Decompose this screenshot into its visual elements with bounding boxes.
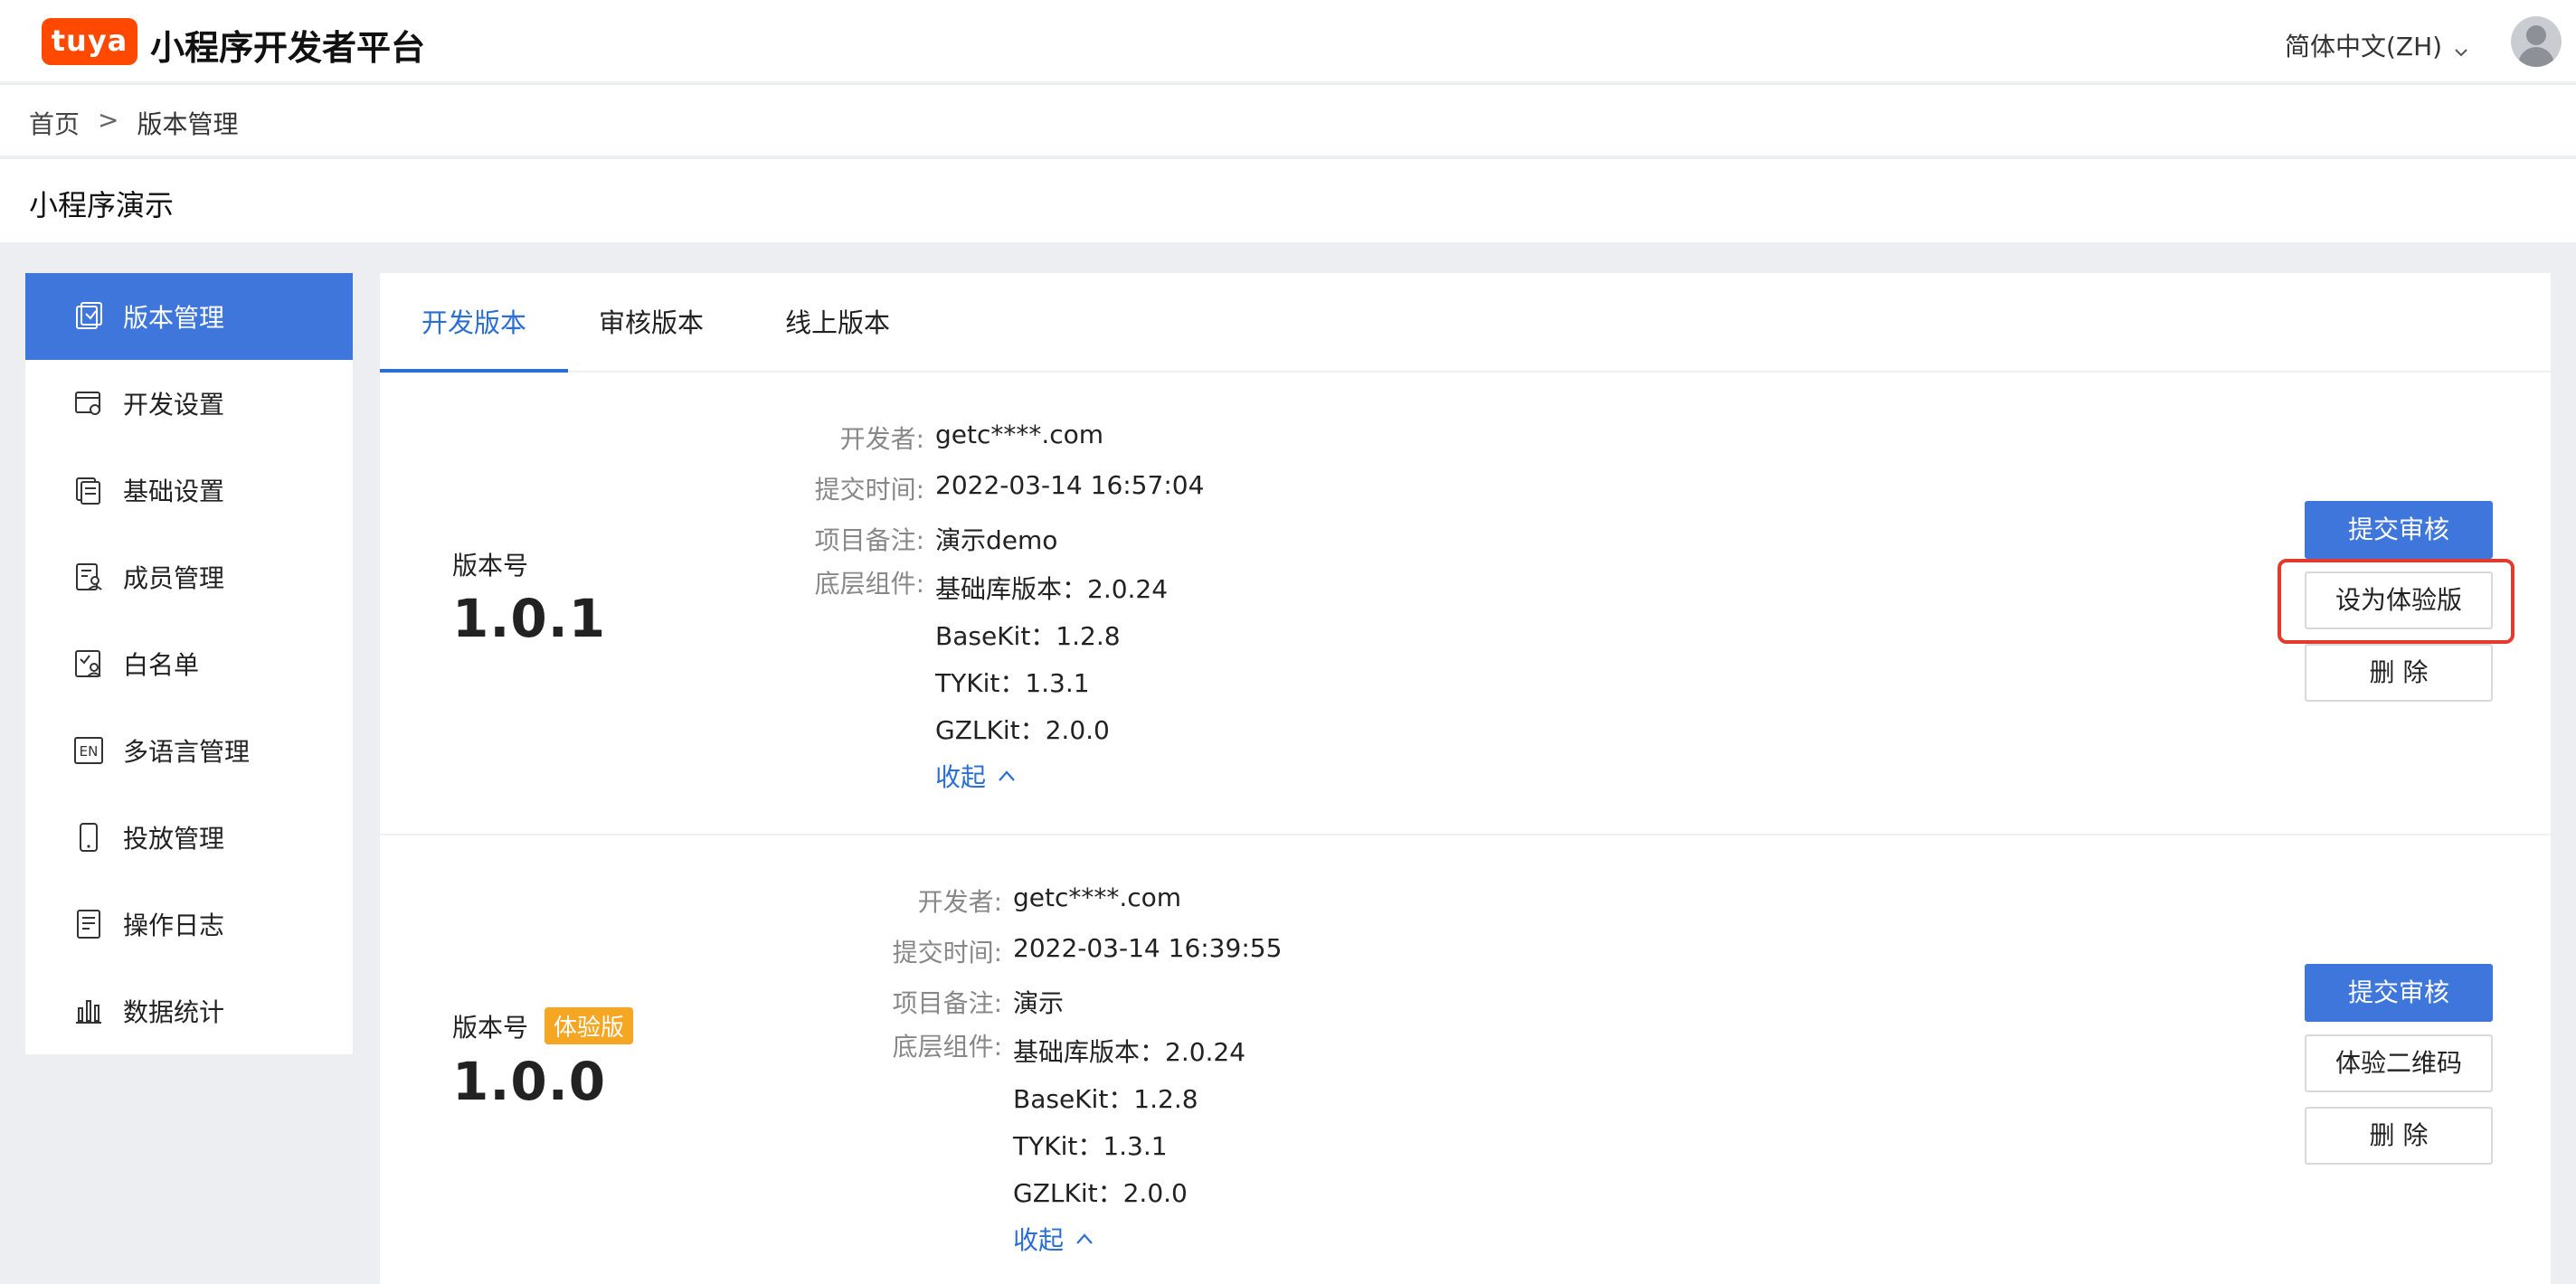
app-title: 小程序开发者平台	[150, 28, 426, 68]
collapse-link[interactable]: 收起	[1013, 1221, 1094, 1257]
version-label-text: 版本号	[452, 551, 529, 581]
version-label: 版本号	[452, 546, 528, 582]
component-item: TYKit：1.3.1	[935, 668, 1090, 698]
breadcrumb-home[interactable]: 首页	[29, 105, 80, 141]
sidebar-item-label: 白名单	[123, 650, 200, 680]
member-icon	[72, 561, 105, 593]
sidebar-item-label: 版本管理	[123, 303, 225, 333]
version-number: 1.0.0	[452, 1051, 607, 1112]
collapse-label: 收起	[1013, 1225, 1065, 1255]
components-key: 底层组件:	[892, 1032, 1002, 1062]
components-key: 底层组件:	[814, 569, 924, 599]
dev-settings-icon	[72, 387, 105, 420]
chevron-up-icon	[999, 770, 1015, 781]
component-item: 基础库版本：2.0.24	[935, 574, 1169, 604]
language-selector[interactable]: 简体中文(ZH)	[2285, 27, 2469, 63]
version-label-text: 版本号	[452, 1012, 529, 1043]
delete-button[interactable]: 删 除	[2305, 644, 2493, 702]
experience-badge: 体验版	[545, 1007, 634, 1044]
sidebar-item-whitelist[interactable]: 白名单	[25, 620, 353, 707]
submit-time-value: 2022-03-14 16:39:55	[1013, 933, 1283, 963]
submit-review-button[interactable]: 提交审核	[2305, 501, 2493, 559]
sidebar-item-label: 投放管理	[123, 824, 225, 854]
sidebar-item-members[interactable]: 成员管理	[25, 533, 353, 620]
version-icon	[72, 300, 105, 333]
sidebar-item-label: 数据统计	[123, 997, 225, 1027]
sidebar: 版本管理 开发设置 基础设置 成员管理 白名单 EN 多语言管理 投放管理 操作…	[25, 273, 353, 1054]
set-experience-button[interactable]: 设为体验版	[2305, 571, 2493, 629]
svg-text:EN: EN	[80, 743, 99, 760]
sidebar-item-label: 成员管理	[123, 563, 225, 593]
version-number: 1.0.1	[452, 588, 607, 649]
developer-value: getc****.com	[1013, 883, 1182, 912]
remark-key: 项目备注:	[892, 988, 1002, 1018]
tab-dev-version[interactable]: 开发版本	[380, 273, 568, 373]
component-item: BaseKit：1.2.8	[1013, 1084, 1198, 1114]
component-item: TYKit：1.3.1	[1013, 1131, 1168, 1161]
developer-key: 开发者:	[839, 424, 924, 454]
version-tabs: 开发版本 审核版本 线上版本	[380, 273, 2551, 373]
avatar-head	[2526, 25, 2546, 45]
sidebar-item-basic-settings[interactable]: 基础设置	[25, 447, 353, 533]
breadcrumb-current: 版本管理	[137, 109, 239, 139]
version-card: 版本号 体验版 1.0.0 开发者: getc****.com 提交时间: 20…	[380, 837, 2551, 1284]
project-title: 小程序演示	[29, 188, 175, 222]
sidebar-item-version[interactable]: 版本管理	[25, 273, 353, 360]
delete-button[interactable]: 删 除	[2305, 1107, 2493, 1165]
project-title-bar: 小程序演示	[0, 159, 2576, 242]
chevron-down-icon	[2453, 37, 2469, 57]
main-content: 开发版本 审核版本 线上版本 版本号 1.0.1 开发者: getc****.c…	[380, 273, 2551, 1284]
collapse-link[interactable]: 收起	[935, 758, 1017, 794]
component-item: GZLKit：2.0.0	[1013, 1178, 1188, 1208]
version-card: 版本号 1.0.1 开发者: getc****.com 提交时间: 2022-0…	[380, 374, 2551, 836]
sidebar-item-logs[interactable]: 操作日志	[25, 881, 353, 968]
submit-time-value: 2022-03-14 16:57:04	[935, 470, 1205, 500]
language-icon: EN	[72, 734, 105, 767]
sidebar-item-label: 开发设置	[123, 390, 225, 420]
breadcrumb-separator: >	[98, 105, 119, 135]
developer-key: 开发者:	[917, 887, 1002, 917]
tuya-logo[interactable]: tuya	[42, 18, 137, 65]
user-avatar[interactable]	[2511, 16, 2562, 67]
component-item: GZLKit：2.0.0	[935, 715, 1110, 745]
log-icon	[72, 908, 105, 940]
remark-key: 项目备注:	[814, 525, 924, 555]
breadcrumb-bar: 首页 > 版本管理	[0, 85, 2576, 157]
sidebar-item-label: 基础设置	[123, 477, 225, 506]
collapse-label: 收起	[935, 762, 987, 792]
avatar-body	[2518, 47, 2554, 67]
basic-settings-icon	[72, 474, 105, 506]
component-item: BaseKit：1.2.8	[935, 621, 1121, 651]
submit-time-key: 提交时间:	[814, 475, 924, 505]
breadcrumb: 首页 > 版本管理	[29, 105, 239, 141]
remark-value: 演示demo	[935, 525, 1058, 555]
sidebar-item-delivery[interactable]: 投放管理	[25, 794, 353, 881]
developer-value: getc****.com	[935, 420, 1104, 449]
version-label: 版本号 体验版	[452, 1007, 634, 1044]
sidebar-item-language[interactable]: EN 多语言管理	[25, 707, 353, 794]
sidebar-item-label: 多语言管理	[123, 737, 251, 767]
language-label: 简体中文(ZH)	[2285, 32, 2443, 61]
sidebar-item-label: 操作日志	[123, 911, 225, 940]
chevron-up-icon	[1076, 1233, 1093, 1244]
top-bar: tuya 小程序开发者平台 简体中文(ZH)	[0, 0, 2576, 83]
tab-online-version[interactable]: 线上版本	[765, 273, 910, 373]
submit-review-button[interactable]: 提交审核	[2305, 964, 2493, 1022]
submit-time-key: 提交时间:	[892, 938, 1002, 968]
component-item: 基础库版本：2.0.24	[1013, 1037, 1246, 1067]
phone-icon	[72, 821, 105, 854]
sidebar-item-stats[interactable]: 数据统计	[25, 968, 353, 1054]
remark-value: 演示	[1013, 988, 1065, 1018]
tab-review-version[interactable]: 审核版本	[579, 273, 724, 373]
whitelist-icon	[72, 647, 105, 680]
sidebar-item-dev-settings[interactable]: 开发设置	[25, 360, 353, 447]
chart-icon	[72, 995, 105, 1027]
qr-code-button[interactable]: 体验二维码	[2305, 1034, 2493, 1092]
